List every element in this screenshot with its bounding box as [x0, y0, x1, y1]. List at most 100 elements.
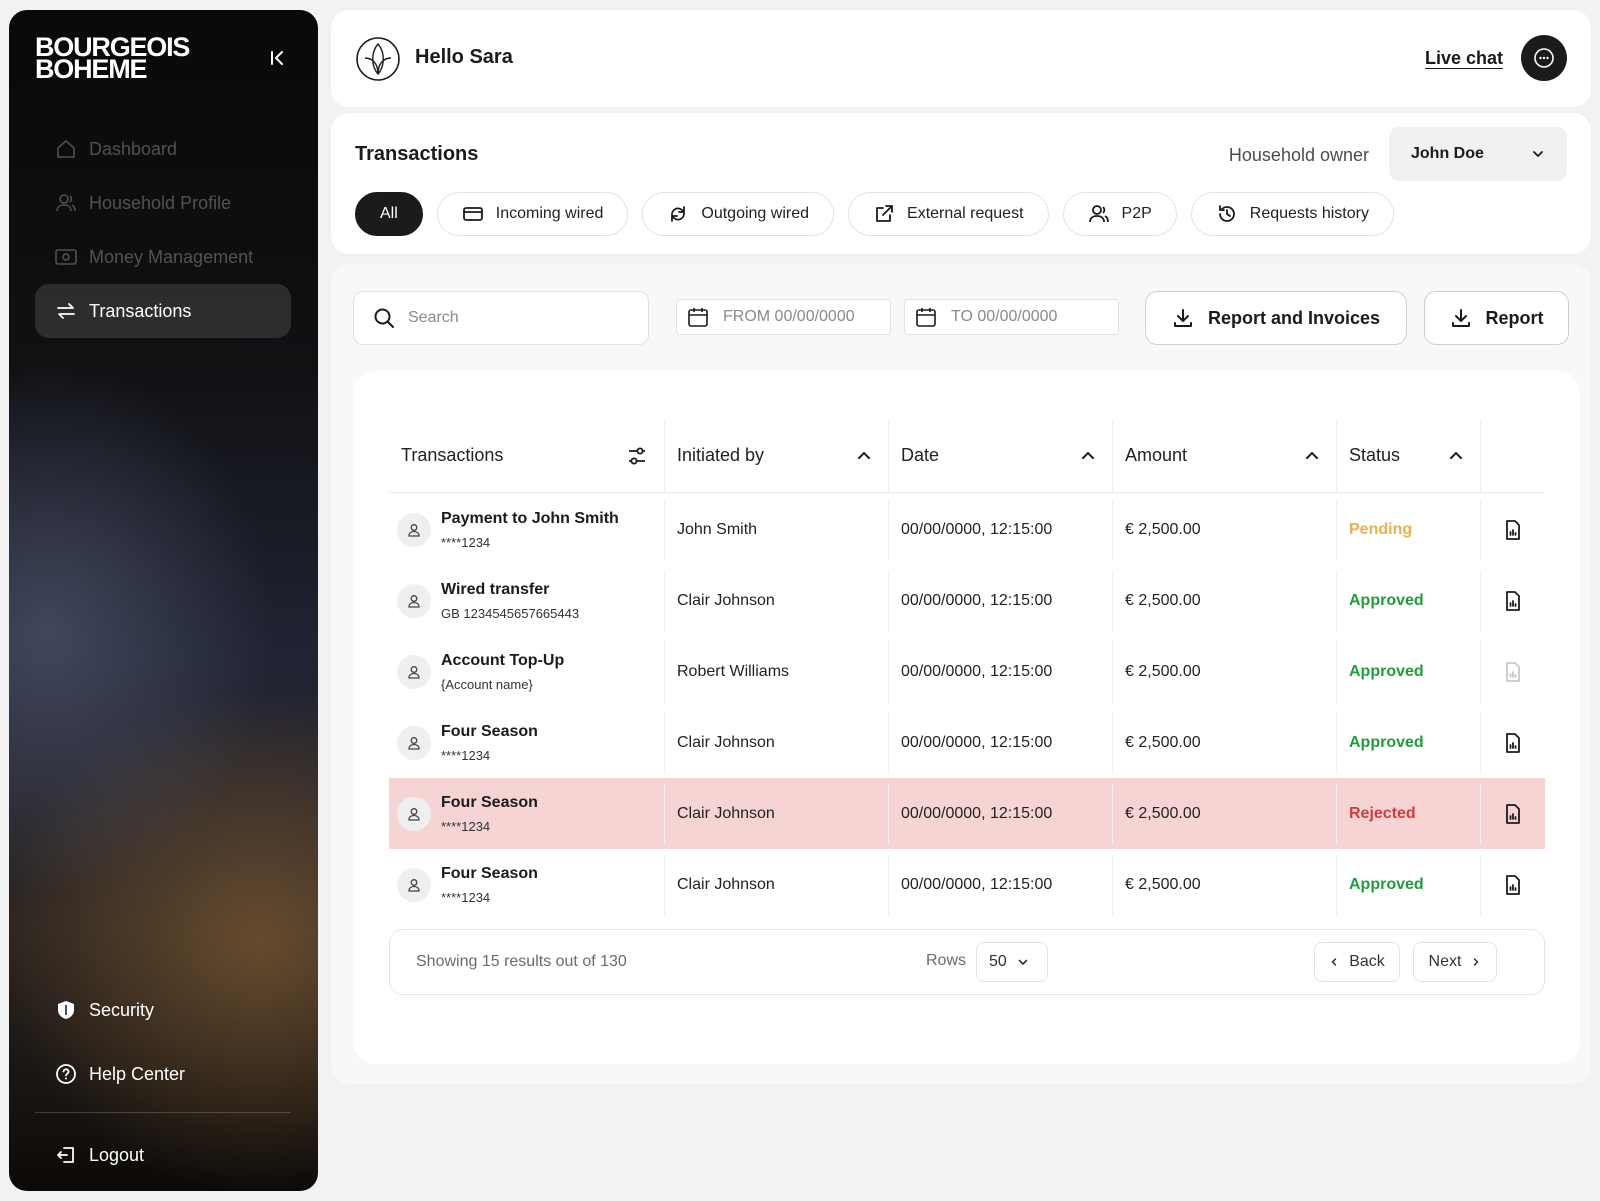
document-chart-icon[interactable]: [1502, 661, 1524, 683]
transaction-cell: Wired transfer GB 1234545657665443: [389, 569, 665, 632]
results-summary: Showing 15 results out of 130: [416, 953, 627, 970]
document-chart-icon[interactable]: [1502, 874, 1524, 896]
initiated-by-cell: John Smith: [665, 498, 889, 561]
tab-external-request[interactable]: External request: [848, 192, 1049, 236]
sidebar-item-transactions[interactable]: Transactions: [35, 284, 291, 338]
live-chat-link[interactable]: Live chat: [1425, 48, 1503, 69]
avatar: [397, 725, 431, 760]
column-date[interactable]: Date: [889, 419, 1113, 492]
initiated-by-cell: Clair Johnson: [665, 711, 889, 774]
user-icon: [407, 807, 421, 821]
sort-up-icon[interactable]: [1448, 448, 1464, 464]
table-row[interactable]: Four Season ****1234 Clair Johnson 00/00…: [389, 849, 1545, 920]
sidebar-item-label: Household Profile: [89, 192, 232, 213]
column-amount[interactable]: Amount: [1113, 419, 1337, 492]
table-row[interactable]: Payment to John Smith ****1234 John Smit…: [389, 494, 1545, 565]
tab-p2p[interactable]: P2P: [1062, 192, 1177, 236]
back-button[interactable]: Back: [1314, 942, 1400, 982]
search-input[interactable]: [408, 309, 608, 327]
sidebar-item-label: Dashboard: [89, 138, 178, 159]
chevron-down-icon: [1531, 147, 1545, 161]
user-icon: [407, 665, 421, 679]
avatar: [397, 796, 431, 831]
actions-cell: [1481, 712, 1545, 774]
sidebar-item-logout[interactable]: Logout: [35, 1123, 291, 1187]
shield-icon: [55, 999, 77, 1021]
status-cell: Approved: [1337, 853, 1481, 916]
sort-up-icon[interactable]: [1304, 448, 1320, 464]
next-button[interactable]: Next: [1413, 942, 1497, 982]
report-and-invoices-button[interactable]: Report and Invoices: [1145, 291, 1407, 345]
status-badge: Approved: [1349, 662, 1424, 680]
top-header: Hello Sara Live chat: [331, 10, 1591, 107]
amount-cell: € 2,500.00: [1113, 782, 1337, 845]
date-to-field[interactable]: TO 00/00/0000: [904, 299, 1119, 335]
status-cell: Approved: [1337, 640, 1481, 703]
sort-up-icon[interactable]: [856, 448, 872, 464]
table-row[interactable]: Four Season ****1234 Clair Johnson 00/00…: [389, 778, 1545, 849]
sidebar-bottom-nav: Security Help Center Logout: [35, 978, 291, 1187]
sidebar-item-money-management[interactable]: Money Management: [35, 230, 291, 284]
column-label: Date: [901, 445, 940, 465]
amount-cell: € 2,500.00: [1113, 569, 1337, 632]
sidebar-item-dashboard[interactable]: Dashboard: [35, 122, 291, 176]
user-icon: [407, 878, 421, 892]
column-initiated-by[interactable]: Initiated by: [665, 419, 889, 492]
filter-sliders-icon[interactable]: [626, 445, 648, 467]
actions-cell: [1481, 854, 1545, 916]
collapse-sidebar-icon[interactable]: [267, 48, 287, 68]
chat-button[interactable]: [1521, 35, 1567, 81]
calendar-icon: [687, 306, 709, 328]
status-badge: Approved: [1349, 733, 1424, 751]
transaction-cell: Four Season ****1234: [389, 853, 665, 916]
rows-label: Rows: [926, 952, 967, 969]
user-icon: [407, 736, 421, 750]
tab-label: P2P: [1121, 205, 1152, 222]
document-chart-icon[interactable]: [1502, 732, 1524, 754]
tab-incoming-wired[interactable]: Incoming wired: [436, 192, 629, 236]
tab-outgoing-wired[interactable]: Outgoing wired: [642, 192, 835, 236]
back-label: Back: [1349, 953, 1385, 970]
history-icon: [1216, 203, 1238, 225]
status-badge: Approved: [1349, 875, 1424, 893]
document-chart-icon[interactable]: [1502, 803, 1524, 825]
transaction-title: Four Season: [441, 722, 538, 740]
date-cell: 00/00/0000, 12:15:00: [889, 640, 1113, 703]
date-cell: 00/00/0000, 12:15:00: [889, 711, 1113, 774]
column-transactions[interactable]: Transactions: [389, 419, 665, 492]
table-row[interactable]: Four Season ****1234 Clair Johnson 00/00…: [389, 707, 1545, 778]
date-cell: 00/00/0000, 12:15:00: [889, 782, 1113, 845]
table-row[interactable]: Wired transfer GB 1234545657665443 Clair…: [389, 565, 1545, 636]
sidebar-nav: Dashboard Household Profile Money Manage…: [35, 122, 291, 338]
chevron-left-icon: [1329, 957, 1339, 967]
household-owner-value: John Doe: [1411, 145, 1484, 162]
transaction-account: ****1234: [441, 818, 491, 834]
actions-cell: [1481, 499, 1545, 561]
transactions-panel: FROM 00/00/0000 TO 00/00/0000 Report and…: [331, 264, 1591, 1084]
sidebar-item-security[interactable]: Security: [35, 978, 291, 1042]
greeting: Hello Sara: [415, 46, 513, 68]
household-owner-select[interactable]: John Doe: [1389, 127, 1567, 181]
avatar: [397, 512, 431, 547]
actions-cell: [1481, 641, 1545, 703]
report-button[interactable]: Report: [1424, 291, 1569, 345]
calendar-icon: [915, 306, 937, 328]
tab-requests-history[interactable]: Requests history: [1190, 192, 1394, 236]
date-cell: 00/00/0000, 12:15:00: [889, 853, 1113, 916]
document-chart-icon[interactable]: [1502, 519, 1524, 541]
date-from-field[interactable]: FROM 00/00/0000: [676, 299, 891, 335]
document-chart-icon[interactable]: [1502, 590, 1524, 612]
sidebar-item-household-profile[interactable]: Household Profile: [35, 176, 291, 230]
avatar: [397, 654, 431, 689]
sync-icon: [667, 203, 689, 225]
sort-up-icon[interactable]: [1080, 448, 1096, 464]
logout-icon: [55, 1144, 77, 1166]
tab-all[interactable]: All: [355, 192, 423, 236]
sidebar-item-help-center[interactable]: Help Center: [35, 1042, 291, 1106]
search-field[interactable]: [353, 291, 649, 345]
column-status[interactable]: Status: [1337, 419, 1481, 492]
column-label: Initiated by: [677, 445, 765, 465]
date-to-placeholder: TO 00/00/0000: [951, 308, 1058, 325]
table-row[interactable]: Account Top-Up {Account name} Robert Wil…: [389, 636, 1545, 707]
rows-per-page-select[interactable]: 50: [976, 942, 1048, 982]
